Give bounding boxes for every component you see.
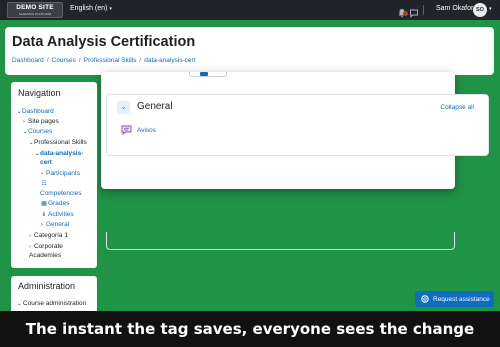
nav-item-site-pages[interactable]: › Site pages — [23, 117, 59, 127]
site-logo[interactable]: DEMO SITE LEARNING PLATFORM — [7, 2, 63, 18]
nav-item-current-course-wrap[interactable]: cert — [40, 158, 52, 168]
bell-icon[interactable] — [397, 5, 408, 18]
user-name[interactable]: Sam Okafor — [436, 5, 473, 12]
nav-item-label: Courses — [28, 128, 53, 135]
language-label: English (en) — [70, 5, 108, 12]
nav-item-professional-skills[interactable]: ⌄Professional Skills — [29, 138, 87, 148]
nav-item-label: Activities — [48, 211, 74, 218]
notification-badge — [403, 11, 408, 16]
forum-icon — [121, 125, 132, 135]
info-icon: ℹ — [42, 212, 46, 218]
language-menu[interactable]: English (en) ▾ — [70, 5, 112, 12]
site-logo-subtext: LEARNING PLATFORM — [18, 12, 52, 16]
administration-block: Administration ⌄Course administration — [11, 276, 97, 316]
section-collapse-toggle[interactable]: ⌄ — [117, 101, 130, 114]
nav-item-courses[interactable]: ⌄Courses — [23, 127, 52, 137]
nav-item-label: Site pages — [28, 118, 59, 125]
top-navbar: DEMO SITE LEARNING PLATFORM English (en)… — [0, 0, 500, 20]
breadcrumb-separator: / — [46, 57, 49, 64]
breadcrumb: Dashboard / Courses / Professional Skills / da… — [12, 57, 196, 64]
panel-lower-region — [106, 232, 455, 250]
breadcrumb-dashboard[interactable]: Dashboard — [12, 57, 44, 64]
nav-item-label: Corporate — [34, 243, 63, 250]
activity-name: Avisos — [137, 126, 157, 134]
collapse-all-link[interactable]: Collapse all — [440, 104, 474, 111]
nav-item-label: General — [46, 221, 70, 228]
breadcrumb-separator: / — [78, 57, 81, 64]
nav-item-participants[interactable]: › Participants — [41, 169, 80, 179]
request-assistance-button[interactable]: Request assistance — [415, 291, 494, 307]
nav-item-label: Categoría 1 — [34, 232, 68, 239]
nav-item-competencies-icon-row[interactable]: ☷ — [40, 179, 48, 189]
page-header: Data Analysis Certification Dashboard / Co… — [5, 27, 494, 75]
admin-item-course-administration[interactable]: ⌄Course administration — [17, 300, 86, 307]
lifebuoy-icon — [421, 295, 429, 303]
nav-item-dashboard[interactable]: ⌄Dashboard — [17, 107, 54, 117]
breadcrumb-category[interactable]: Professional Skills — [84, 57, 137, 64]
chat-icon[interactable] — [409, 5, 419, 18]
page-title: Data Analysis Certification — [12, 34, 196, 50]
panel-tab[interactable] — [189, 72, 227, 77]
nav-item-label: Participants — [46, 170, 80, 177]
nav-item-activities[interactable]: ℹ Activities — [40, 210, 74, 220]
navigation-block: Navigation ⌄Dashboard › Site pages ⌄Cours… — [11, 82, 97, 268]
admin-item-label: Course administration — [23, 300, 87, 307]
site-logo-text: DEMO SITE — [16, 4, 54, 11]
navbar-divider — [423, 5, 424, 15]
section-title: General — [137, 101, 173, 112]
administration-title: Administration — [18, 281, 76, 291]
competencies-icon: ☷ — [41, 181, 47, 187]
avatar[interactable]: SO — [473, 3, 487, 17]
course-section-general: ⌄ General Collapse all Avisos — [106, 94, 489, 156]
nav-item-grades[interactable]: ▦Grades — [40, 199, 69, 209]
breadcrumb-separator: / — [139, 57, 142, 64]
activity-forum[interactable]: Avisos — [121, 125, 156, 135]
navigation-title: Navigation — [18, 88, 61, 98]
nav-item-corporate-wrap[interactable]: Academies — [29, 251, 61, 261]
request-assistance-label: Request assistance — [433, 295, 490, 303]
breadcrumb-course[interactable]: data-analysis-cert — [144, 57, 195, 64]
nav-item-category-1[interactable]: › Categoría 1 — [29, 231, 68, 241]
chevron-down-icon[interactable]: ▾ — [489, 6, 492, 12]
grades-icon: ▦ — [41, 201, 47, 207]
panel-tab-indicator — [200, 72, 208, 76]
nav-item-label: Dashboard — [22, 108, 54, 115]
caption-banner: The instant the tag saves, everyone sees… — [0, 311, 500, 347]
nav-item-competencies[interactable]: Competencies — [40, 189, 82, 199]
breadcrumb-courses[interactable]: Courses — [52, 57, 76, 64]
nav-item-label: data-analysis- — [40, 150, 84, 157]
nav-item-label: Grades — [48, 200, 70, 207]
nav-item-general[interactable]: › General — [41, 220, 69, 230]
chevron-down-icon: ▾ — [109, 6, 112, 12]
nav-item-label: Professional Skills — [34, 139, 87, 146]
